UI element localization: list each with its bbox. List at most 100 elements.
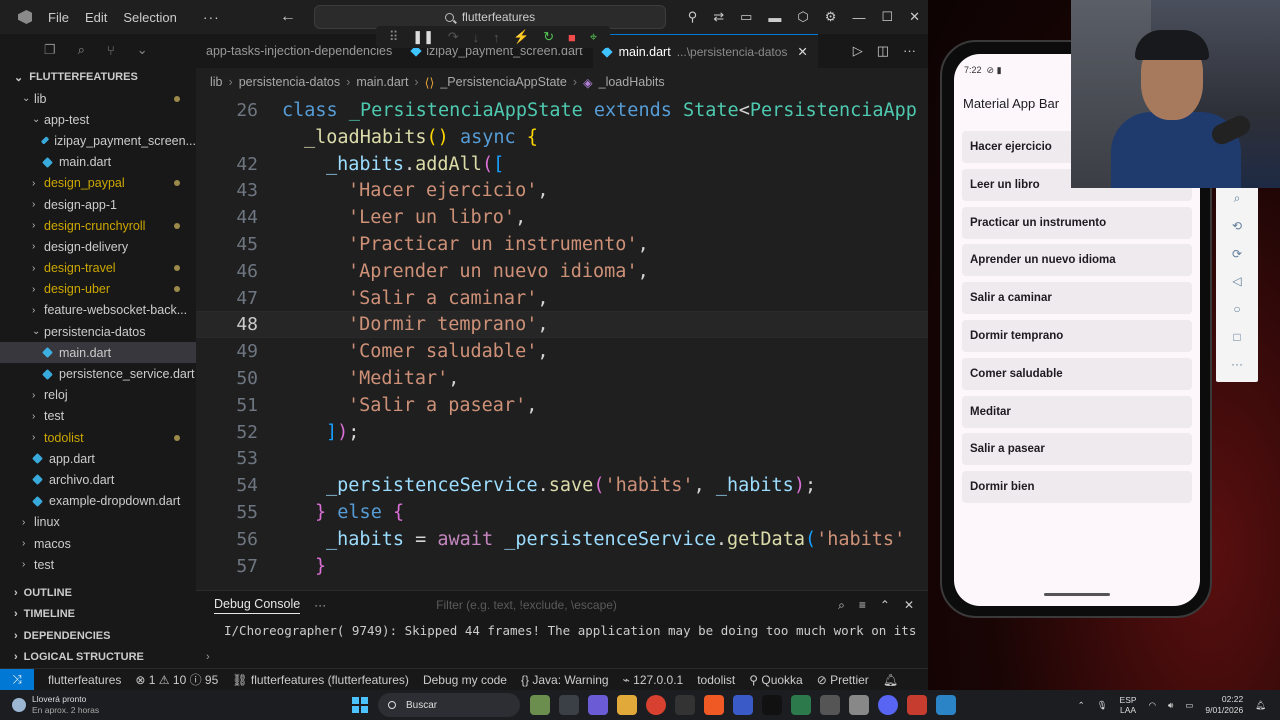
clear-console-icon[interactable]: ≡ (859, 598, 866, 613)
more-icon[interactable]: ··· (1231, 357, 1243, 371)
tree-item[interactable]: › design-uber (0, 279, 196, 300)
tree-item[interactable]: › test (0, 554, 196, 575)
close-panel-icon[interactable]: ✕ (904, 598, 914, 613)
status-todolist[interactable]: todolist (697, 673, 735, 687)
console-filter-input[interactable]: Filter (e.g. text, !exclude, \escape) (436, 598, 617, 612)
weather-widget[interactable]: Lloverá pronto En aprox. 2 horas (12, 694, 99, 716)
zoom-icon[interactable]: ⌕ (1234, 191, 1241, 206)
language-indicator[interactable]: ESP LAA (1120, 695, 1137, 715)
app-icon[interactable] (907, 695, 927, 715)
hot-reload-icon[interactable]: ⚡ (513, 29, 529, 45)
pause-icon[interactable]: ❚❚ (412, 29, 434, 45)
widgets-app-icon[interactable] (530, 695, 550, 715)
chevron-up-icon[interactable]: ⌃ (1078, 700, 1085, 711)
close-tab-icon[interactable]: ✕ (797, 44, 807, 59)
battery-icon[interactable]: ▭ (1185, 700, 1193, 711)
explorer-root-header[interactable]: ⌄ FLUTTERFEATURES (0, 66, 196, 88)
file-explorer-icon[interactable] (617, 695, 637, 715)
app-icon[interactable] (791, 695, 811, 715)
source-control-icon[interactable]: ⑂ (107, 43, 115, 58)
tree-item[interactable]: ⌄ persistencia-datos (0, 321, 196, 342)
rotate-left-icon[interactable]: ⟲ (1232, 219, 1242, 233)
vscode-app-icon[interactable] (733, 695, 753, 715)
brave-icon[interactable] (704, 695, 724, 715)
tree-item[interactable]: app.dart (0, 448, 196, 469)
tree-item[interactable]: › design_paypal (0, 173, 196, 194)
tree-item[interactable]: ⌄ lib (0, 88, 196, 109)
status-project[interactable]: flutterfeatures (48, 673, 121, 687)
tree-item[interactable]: main.dart (0, 152, 196, 173)
breadcrumb-item[interactable]: lib (210, 75, 223, 89)
layout-panel-icon[interactable]: ▬ (768, 10, 781, 25)
habit-list-item[interactable]: Meditar (962, 395, 1192, 428)
maximize-icon[interactable]: ☐ (881, 9, 893, 25)
step-over-icon[interactable]: ↷ (448, 29, 459, 45)
tree-item[interactable]: izipay_payment_screen... (0, 130, 196, 151)
app-icon[interactable] (936, 695, 956, 715)
breadcrumb-item[interactable]: _loadHabits (599, 75, 665, 89)
more-menu-button[interactable]: ··· (203, 9, 220, 25)
split-editor-icon[interactable]: ◫ (877, 43, 889, 59)
step-out-icon[interactable]: ↑ (493, 30, 500, 45)
rotate-right-icon[interactable]: ⟳ (1232, 247, 1242, 261)
overview-icon[interactable]: □ (1233, 330, 1240, 344)
habit-list-item[interactable]: Salir a caminar (962, 282, 1192, 315)
status-target[interactable]: ⛓ flutterfeatures (flutterfeatures) (232, 673, 409, 687)
tree-item[interactable]: › feature-websocket-back... (0, 300, 196, 321)
section-logical-structure[interactable]: › LOGICAL STRUCTURE (0, 647, 196, 669)
habit-list-item[interactable]: Salir a pasear (962, 433, 1192, 466)
discord-icon[interactable] (878, 695, 898, 715)
tree-item[interactable]: › design-travel (0, 258, 196, 279)
tree-item[interactable]: › design-crunchyroll (0, 215, 196, 236)
chrome-icon[interactable] (646, 695, 666, 715)
clock[interactable]: 02:22 9/01/2026 (1205, 694, 1243, 716)
status-problems[interactable]: ⊗ 1 ⚠ 10 ⓘ 95 (135, 671, 218, 688)
tree-item[interactable]: › macos (0, 533, 196, 554)
chatgpt-icon[interactable] (820, 695, 840, 715)
tree-item[interactable]: example-dropdown.dart (0, 491, 196, 512)
back-icon[interactable]: ◁ (1232, 274, 1241, 288)
tab-main-dart[interactable]: main.dart ...\persistencia-datos ✕ (592, 34, 818, 68)
extension-icon[interactable]: ⬡ (797, 9, 808, 25)
close-window-icon[interactable]: ✕ (909, 9, 920, 25)
inspect-widget-icon[interactable]: ⌖ (590, 29, 597, 45)
files-icon[interactable]: ❐ (44, 42, 56, 58)
layout-sidebar-icon[interactable]: ▭ (740, 9, 752, 25)
status-prettier[interactable]: ⊘ Prettier (817, 673, 869, 687)
habit-list-item[interactable]: Aprender un nuevo idioma (962, 244, 1192, 277)
volume-icon[interactable]: 🔊︎ (1168, 700, 1173, 711)
status-quokka[interactable]: ⚲ Quokka (749, 673, 802, 687)
tree-item[interactable]: persistence_service.dart (0, 363, 196, 384)
tree-item[interactable]: archivo.dart (0, 469, 196, 490)
minimize-icon[interactable]: — (852, 10, 865, 25)
task-view-icon[interactable] (559, 695, 579, 715)
habit-list-item[interactable]: Comer saludable (962, 357, 1192, 390)
app-icon[interactable] (849, 695, 869, 715)
habit-list-item[interactable]: Dormir temprano (962, 320, 1192, 352)
chevron-down-icon[interactable]: ⌄ (137, 42, 148, 58)
chevron-right-icon[interactable]: › (206, 651, 210, 663)
tree-item[interactable]: main.dart (0, 342, 196, 364)
tiktok-icon[interactable] (762, 695, 782, 715)
chevron-up-icon[interactable]: ⌃ (880, 598, 890, 613)
tree-item[interactable]: ⌄ app-test (0, 109, 196, 130)
tab-debug-console[interactable]: Debug Console (214, 597, 301, 614)
home-indicator[interactable] (1044, 593, 1110, 596)
copilot-icon[interactable]: ⚲ (688, 9, 698, 25)
code-editor[interactable]: 26 class _PersistenciaAppState extends St… (196, 97, 928, 587)
tab-app-tasks[interactable]: app-tasks-injection-dependencies (196, 34, 402, 68)
breadcrumb-item[interactable]: _PersistenciaAppState (440, 75, 566, 89)
home-icon[interactable]: ○ (1233, 302, 1240, 316)
run-debug-icon[interactable]: ▷ (853, 43, 863, 59)
section-outline[interactable]: › OUTLINE (0, 582, 196, 604)
step-into-icon[interactable]: ↓ (473, 30, 480, 45)
remote-icon[interactable]: ⤨ (0, 668, 34, 691)
section-dependencies[interactable]: › DEPENDENCIES (0, 625, 196, 647)
start-button[interactable] (352, 697, 368, 713)
habit-list-item[interactable]: Dormir bien (962, 471, 1192, 504)
section-timeline[interactable]: › TIMELINE (0, 604, 196, 626)
back-arrow-icon[interactable]: ← (280, 8, 296, 26)
tree-item[interactable]: › test (0, 406, 196, 427)
search-icon[interactable]: ⌕ (78, 42, 85, 58)
copilot-app-icon[interactable] (588, 695, 608, 715)
